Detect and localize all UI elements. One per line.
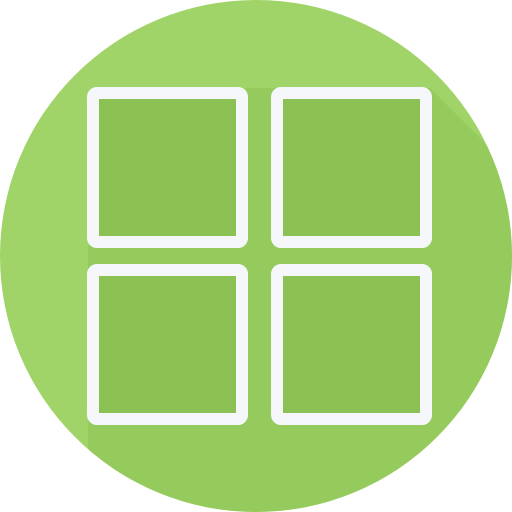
tile-top-right	[271, 87, 432, 248]
icon-canvas	[0, 0, 512, 512]
tile-bottom-left	[87, 264, 248, 425]
tile-top-left	[87, 87, 248, 248]
grid-view-icon	[0, 0, 512, 512]
tile-bottom-right	[271, 264, 432, 425]
